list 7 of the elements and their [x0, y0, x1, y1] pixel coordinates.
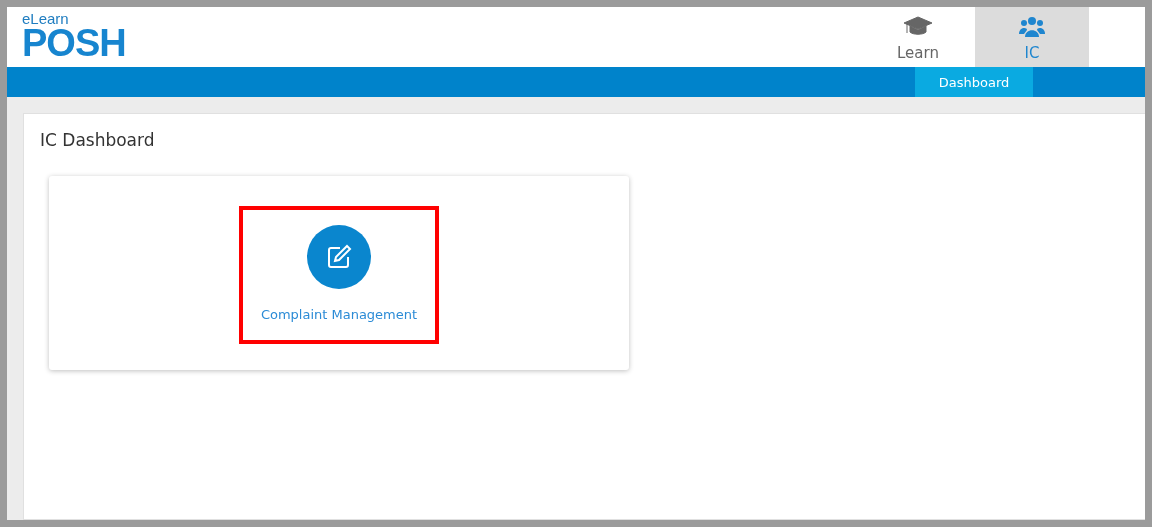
- logo[interactable]: eLearn POSH: [7, 7, 222, 67]
- dashboard-tile[interactable]: Complaint Management: [239, 206, 439, 344]
- users-icon: [1019, 16, 1045, 38]
- nav-link[interactable]: Dashboard: [915, 67, 1033, 97]
- page-title: IC Dashboard: [40, 130, 156, 150]
- nav-tab[interactable]: IC: [975, 7, 1089, 67]
- graduation-cap-icon: [903, 16, 933, 38]
